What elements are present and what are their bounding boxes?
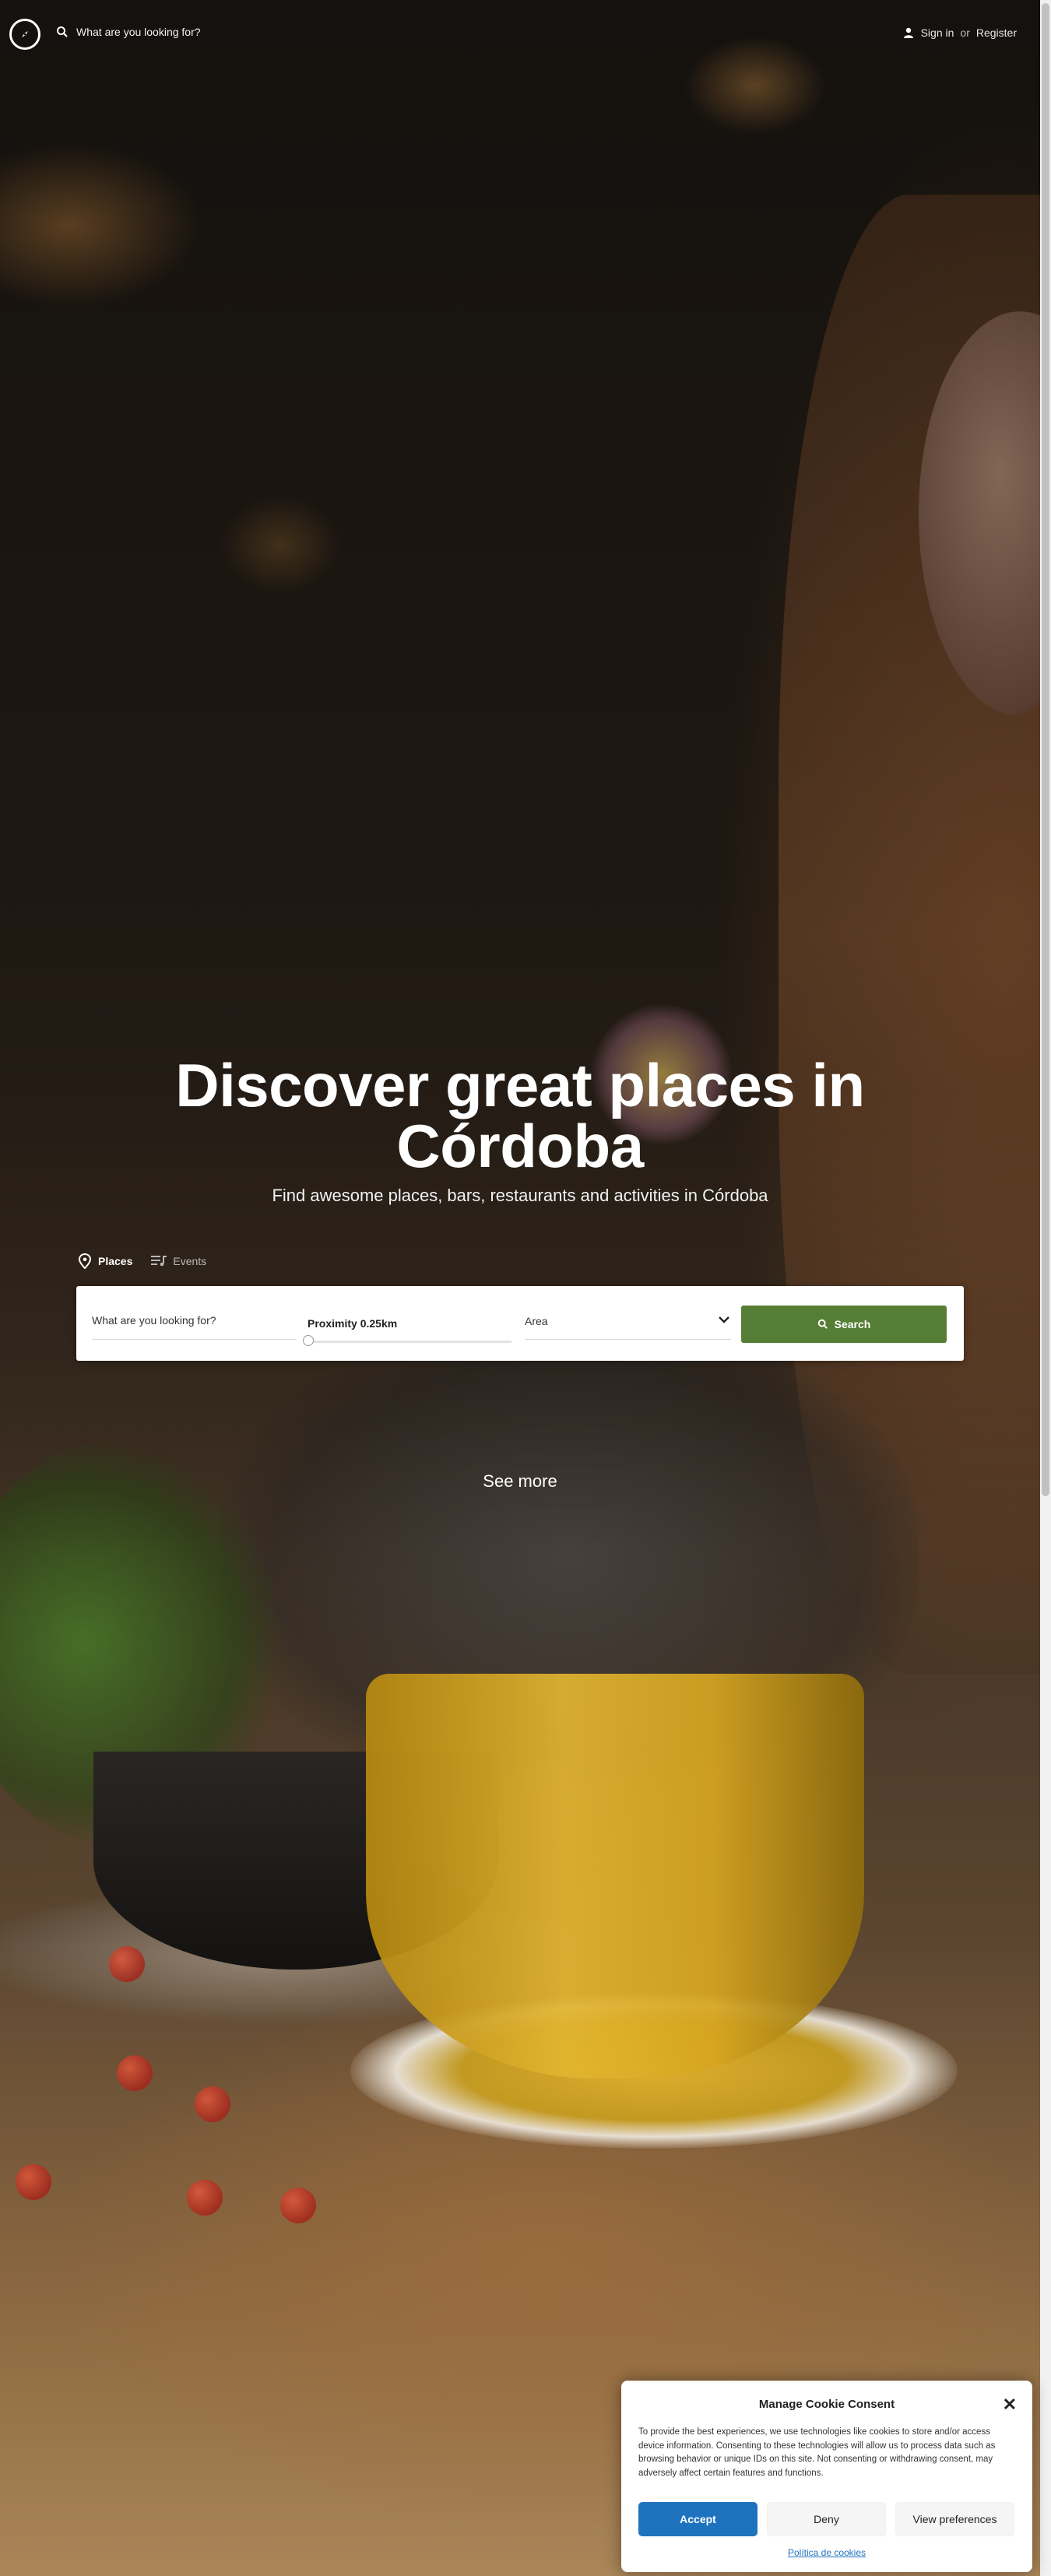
tab-places-label: Places [98, 1255, 133, 1267]
register-link[interactable]: Register [976, 26, 1017, 39]
hero-subtitle: Find awesome places, bars, restaurants a… [272, 1186, 768, 1205]
tab-events-label: Events [173, 1255, 207, 1267]
background-tomato [109, 1946, 145, 1982]
site-header: What are you looking for? Sign in or Reg… [0, 0, 1040, 70]
proximity-slider-track[interactable] [308, 1341, 511, 1343]
hero-title-line-1: Discover great places in [175, 1051, 865, 1119]
map-pin-icon [78, 1253, 92, 1269]
compass-logo-icon[interactable] [9, 19, 40, 50]
tab-events[interactable]: Events [151, 1253, 206, 1269]
background-tomato [195, 2086, 230, 2122]
user-icon [903, 27, 913, 38]
hero-title-line-2: Córdoba [396, 1112, 644, 1180]
search-button-label: Search [834, 1318, 871, 1330]
search-tabs: Places Events [78, 1253, 206, 1269]
hero-title: Discover great places in Córdoba [0, 1055, 1040, 1176]
view-preferences-button[interactable]: View preferences [895, 2502, 1014, 2536]
accept-button[interactable]: Accept [638, 2502, 757, 2536]
page-scrollbar[interactable] [1040, 0, 1051, 2576]
proximity-slider-handle[interactable] [303, 1335, 314, 1346]
keyword-field-wrapper [92, 1302, 296, 1340]
background-cup [366, 1674, 864, 2079]
background-tomato [16, 2164, 51, 2200]
scrollbar-thumb[interactable] [1042, 3, 1049, 1496]
close-icon[interactable]: ✕ [1003, 2395, 1017, 2415]
proximity-label: Proximity 0.25km [308, 1317, 398, 1330]
tab-places[interactable]: Places [78, 1253, 132, 1269]
search-icon [57, 26, 68, 37]
header-search[interactable]: What are you looking for? [56, 26, 201, 38]
keyword-input[interactable] [92, 1302, 296, 1340]
cookie-dialog-text: To provide the best experiences, we use … [638, 2427, 996, 2478]
cookie-policy-link[interactable]: Política de cookies [621, 2547, 1032, 2558]
cookie-dialog-title: Manage Cookie Consent [758, 2398, 895, 2411]
search-button[interactable]: Search [741, 1306, 947, 1343]
see-more-link[interactable]: See more [0, 1471, 1040, 1492]
chevron-down-icon [719, 1316, 729, 1323]
auth-separator: or [960, 26, 970, 39]
auth-links: Sign in or Register [902, 26, 1017, 39]
header-search-placeholder[interactable]: What are you looking for? [76, 26, 201, 38]
background-tomato [117, 2055, 153, 2091]
sign-in-link[interactable]: Sign in [921, 26, 954, 39]
background-tomato [280, 2188, 316, 2223]
search-panel: Proximity 0.25km Area Search [76, 1286, 964, 1361]
cookie-consent-dialog: Manage Cookie Consent ✕ To provide the b… [621, 2381, 1032, 2572]
playlist-icon [151, 1256, 167, 1267]
deny-button[interactable]: Deny [767, 2502, 886, 2536]
area-select[interactable]: Area [525, 1302, 731, 1340]
search-icon [817, 1319, 828, 1329]
area-select-value: Area [525, 1315, 548, 1327]
background-tomato [187, 2180, 223, 2216]
